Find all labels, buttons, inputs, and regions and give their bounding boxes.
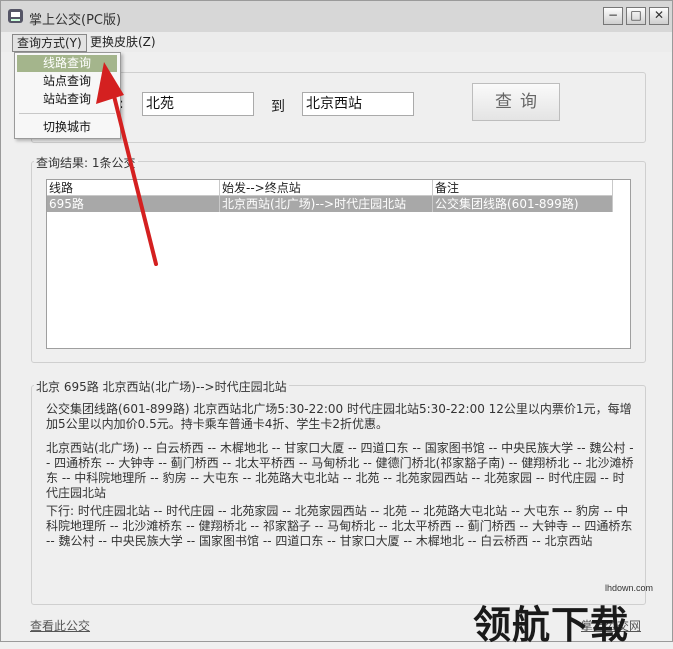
upbound-stops: 北京西站(北广场) -- 白云桥西 -- 木樨地北 -- 甘家口大厦 -- 四道…	[46, 441, 634, 500]
column-header-route[interactable]: 线路	[47, 180, 220, 196]
detail-legend: 北京 695路 北京西站(北广场)-->时代庄园北站	[34, 378, 289, 395]
column-header-note[interactable]: 备注	[433, 180, 613, 196]
window-title: 掌上公交(PC版)	[29, 13, 122, 28]
watermark-logo: lhdown.com 领航下载	[467, 582, 673, 647]
view-bus-link[interactable]: 查看此公交	[30, 617, 90, 634]
menu-separator	[19, 113, 115, 114]
results-table: 线路 始发-->终点站 备注 695路 北京西站(北广场)-->时代庄园北站 公…	[46, 179, 631, 349]
watermark-url: lhdown.com	[605, 583, 654, 593]
to-station-input[interactable]: 北京西站	[302, 92, 414, 116]
minimize-button[interactable]: −	[603, 7, 623, 25]
title-bar: 掌上公交(PC版) − □ ✕	[1, 1, 672, 32]
maximize-button[interactable]: □	[626, 7, 646, 25]
menu-query-mode[interactable]: 查询方式(Y)	[12, 34, 87, 52]
to-label: 到	[271, 99, 285, 115]
query-mode-dropdown: 线路查询 站点查询 站站查询 切换城市	[14, 52, 121, 139]
menu-item-switch-city[interactable]: 切换城市	[17, 119, 117, 136]
watermark-text: 领航下载	[473, 603, 630, 647]
menu-change-skin[interactable]: 更换皮肤(Z)	[86, 34, 160, 50]
menu-bar: 查询方式(Y) 更换皮肤(Z)	[1, 32, 672, 52]
menu-item-line-query[interactable]: 线路查询	[17, 55, 117, 72]
menu-item-station-to-station[interactable]: 站站查询	[17, 91, 117, 108]
app-window: 掌上公交(PC版) − □ ✕ 查询方式(Y) 更换皮肤(Z) : 北苑 到 北…	[0, 0, 673, 642]
bus-app-icon	[8, 9, 23, 23]
downbound-stops: 下行: 时代庄园北站 -- 时代庄园 -- 北苑家园 -- 北苑家园西站 -- …	[46, 504, 633, 548]
close-button[interactable]: ✕	[649, 7, 669, 25]
menu-item-stop-query[interactable]: 站点查询	[17, 73, 117, 90]
cell-note: 公交集团线路(601-899路)	[433, 196, 613, 212]
fare-info: 公交集团线路(601-899路) 北京西站北广场5:30-22:00 时代庄园北…	[46, 402, 632, 431]
cell-endpoints: 北京西站(北广场)-->时代庄园北站	[220, 196, 433, 212]
from-station-input[interactable]: 北苑	[142, 92, 254, 116]
table-row[interactable]: 695路 北京西站(北广场)-->时代庄园北站 公交集团线路(601-899路)	[47, 196, 613, 212]
results-legend: 查询结果: 1条公交	[34, 154, 138, 171]
query-button[interactable]: 查询	[472, 83, 560, 121]
cell-route: 695路	[47, 196, 220, 212]
column-header-endpoints[interactable]: 始发-->终点站	[220, 180, 433, 196]
